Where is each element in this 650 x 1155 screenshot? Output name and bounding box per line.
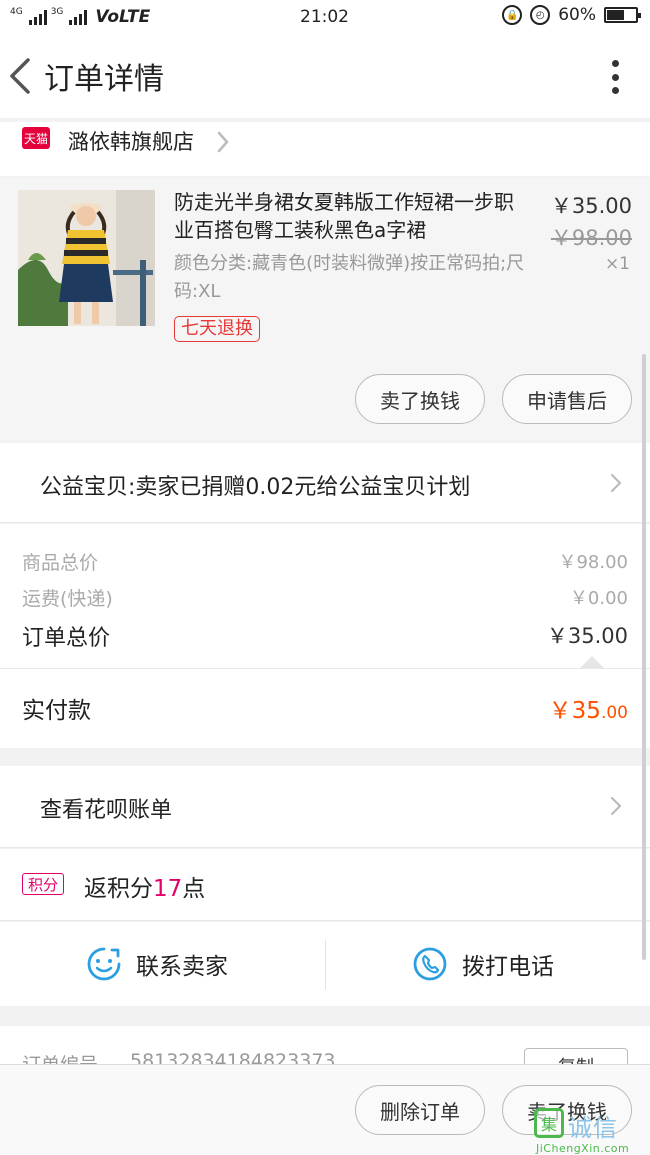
clock: 21:02 xyxy=(300,7,349,27)
call-phone-label: 拨打电话 xyxy=(462,954,554,980)
goods-total-label: 商品总价 xyxy=(22,552,99,574)
caret-up-icon xyxy=(580,656,604,668)
paid-integer: 35 xyxy=(571,698,601,724)
paid-amount: ￥35.00 xyxy=(549,691,628,725)
watermark-title: 诚信 xyxy=(568,1114,618,1142)
network-3g-label: 3G xyxy=(50,7,64,17)
chevron-right-icon xyxy=(610,473,622,493)
apply-aftersale-button[interactable]: 申请售后 xyxy=(502,374,632,424)
points-suffix: 点 xyxy=(182,876,206,902)
rotation-lock-icon: 🔒 xyxy=(502,5,523,25)
points-value: 17 xyxy=(153,876,183,902)
paid-decimal: .00 xyxy=(600,703,628,723)
carrier-label: VoLTE xyxy=(95,7,151,27)
status-bar: 4G 3G VoLTE 21:02 🔒 ◴ 60% xyxy=(0,0,650,34)
paid-label: 实付款 xyxy=(22,698,91,724)
charity-row[interactable]: 公益宝贝:卖家已捐赠0.02元给公益宝贝计划 xyxy=(0,443,650,523)
delete-order-button[interactable]: 删除订单 xyxy=(355,1085,485,1135)
order-total-value: ￥35.00 xyxy=(546,624,628,648)
contact-seller-label: 联系卖家 xyxy=(136,954,228,980)
order-number-row: 订单编号 58132834184823373 复制 xyxy=(0,1026,650,1066)
sell-for-cash-button[interactable]: 卖了换钱 xyxy=(355,374,485,424)
contact-bar: 联系卖家 拨打电话 xyxy=(0,922,650,1006)
paid-row: 实付款 ￥35.00 xyxy=(0,668,650,748)
order-total-label: 订单总价 xyxy=(22,626,111,651)
signal-icon xyxy=(28,9,47,25)
store-row[interactable]: 天猫 潞依韩旗舰店 xyxy=(0,122,650,176)
watermark: 集 诚信 JiChengXin.com xyxy=(534,1108,650,1155)
chevron-right-icon xyxy=(610,796,622,816)
battery-icon xyxy=(604,7,641,23)
points-prefix: 返积分 xyxy=(84,876,153,902)
item-price: ￥35.00 xyxy=(550,194,632,218)
page-title: 订单详情 xyxy=(44,62,164,97)
contact-seller-button[interactable]: 联系卖家 xyxy=(86,922,228,1006)
product-spec: 颜色分类:藏青色(时装料微弹)按正常码拍;尺码:XL xyxy=(174,253,525,302)
order-item[interactable]: 防走光半身裙女夏韩版工作短裙一步职业百搭包臀工装秋黑色a字裙 颜色分类:藏青色(… xyxy=(0,178,650,440)
price-summary: 商品总价 ￥98.00 运费(快递) ￥0.00 订单总价 ￥35.00 xyxy=(0,524,650,668)
divider xyxy=(325,940,326,990)
chat-face-icon xyxy=(87,947,121,981)
points-badge: 积分 xyxy=(22,873,64,895)
paid-currency: ￥ xyxy=(548,698,572,724)
huabei-bill-row[interactable]: 查看花呗账单 xyxy=(0,766,650,848)
nav-bar: 订单详情 xyxy=(0,34,650,118)
watermark-logo: 集 xyxy=(534,1108,564,1138)
phone-icon xyxy=(413,947,447,981)
shipping-label: 运费(快递) xyxy=(22,588,113,610)
watermark-url: JiChengXin.com xyxy=(536,1142,630,1155)
shipping-value: ￥0.00 xyxy=(569,588,628,609)
chevron-right-icon xyxy=(217,131,229,153)
network-4g-label: 4G xyxy=(10,7,23,17)
product-image[interactable] xyxy=(18,190,155,326)
signal-icon-2 xyxy=(69,9,88,25)
back-icon[interactable] xyxy=(6,56,36,96)
alarm-icon: ◴ xyxy=(530,5,551,25)
return-policy-badge: 七天退换 xyxy=(174,316,260,342)
battery-percent: 60% xyxy=(558,5,596,25)
huabei-bill-text: 查看花呗账单 xyxy=(40,798,173,823)
tmall-logo: 天猫 xyxy=(22,127,50,149)
more-options-icon[interactable] xyxy=(610,60,620,94)
goods-total-value: ￥98.00 xyxy=(558,552,628,573)
call-phone-button[interactable]: 拨打电话 xyxy=(412,922,554,1006)
points-row: 积分 返积分17点 xyxy=(0,849,650,921)
item-quantity: ×1 xyxy=(604,254,630,274)
charity-text: 公益宝贝:卖家已捐赠0.02元给公益宝贝计划 xyxy=(40,475,471,500)
product-title[interactable]: 防走光半身裙女夏韩版工作短裙一步职业百搭包臀工装秋黑色a字裙 xyxy=(174,188,530,244)
item-original-price: ￥98.00 xyxy=(550,226,632,250)
store-name: 潞依韩旗舰店 xyxy=(68,130,194,154)
scrollbar[interactable] xyxy=(642,354,646,960)
points-text: 返积分17点 xyxy=(84,869,205,903)
